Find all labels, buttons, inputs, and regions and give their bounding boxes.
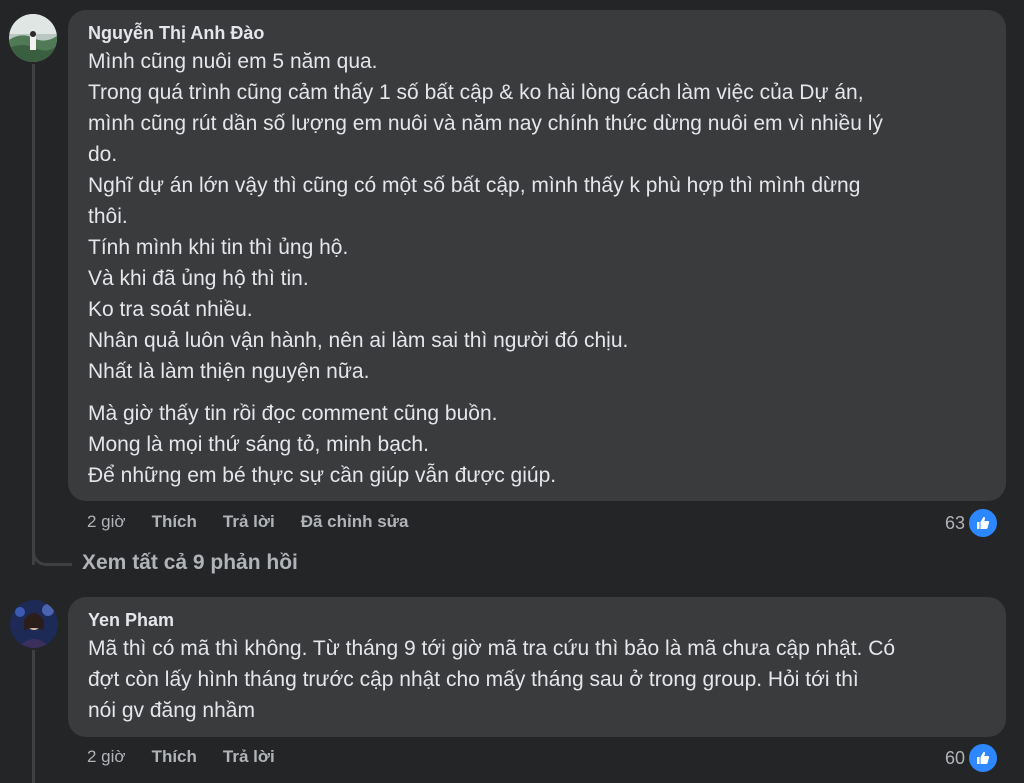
comment-text-line: Mà giờ thấy tin rồi đọc comment cũng buồ… <box>88 402 498 425</box>
comment-text-line: Mong là mọi thứ sáng tỏ, minh bạch. <box>88 433 429 456</box>
reaction-count: 63 <box>945 512 966 533</box>
comment-author[interactable]: Nguyễn Thị Anh Đào <box>88 20 986 46</box>
like-button[interactable]: Thích <box>152 512 197 532</box>
view-all-replies-link[interactable]: Xem tất cả 9 phản hồi <box>82 551 298 575</box>
comment-text-line: Ko tra soát nhiều. <box>88 298 253 321</box>
edited-label: Đã chỉnh sửa <box>300 512 409 531</box>
comment-text-line: đợt còn lấy hình tháng trước cập nhật ch… <box>88 668 859 691</box>
comment-text-line: Mình cũng nuôi em 5 năm qua. <box>88 50 378 73</box>
comment-time[interactable]: 2 giờ <box>87 747 126 767</box>
like-icon <box>967 742 1000 774</box>
comment-author[interactable]: Yen Pham <box>88 607 986 633</box>
comment-text-line: Trong quá trình cũng cảm thấy 1 số bất c… <box>88 81 864 104</box>
thread-connector-curve <box>32 535 72 566</box>
reply-button[interactable]: Trả lời <box>223 512 275 532</box>
comment-bubble: Yen Pham Mã thì có mã thì không. Từ thán… <box>68 597 1006 737</box>
comment-text-line: Nhất là làm thiện nguyện nữa. <box>88 360 370 383</box>
avatar[interactable] <box>10 600 58 648</box>
reaction-count: 60 <box>945 747 966 768</box>
comment-text-line: mình cũng rút dần số lượng em nuôi và nă… <box>88 112 883 135</box>
thread-connector-line <box>32 64 35 565</box>
comment-time[interactable]: 2 giờ <box>87 512 126 532</box>
comment-text-line: thôi. <box>88 205 128 228</box>
comment-bubble: Nguyễn Thị Anh Đào Mình cũng nuôi em 5 n… <box>68 10 1006 501</box>
comment-text-line: Tính mình khi tin thì ủng hộ. <box>88 236 349 259</box>
comment-text-line: nói gv đăng nhầm <box>88 699 255 722</box>
comment-thread: Nguyễn Thị Anh Đào Mình cũng nuôi em 5 n… <box>0 0 1024 783</box>
comment-actions: 2 giờ Thích Trả lời <box>87 747 301 767</box>
avatar[interactable] <box>9 14 57 62</box>
reaction-summary[interactable]: 63 <box>945 507 1000 539</box>
comment-text-line: Để những em bé thực sự cần giúp vẫn được… <box>88 464 557 487</box>
reaction-summary[interactable]: 60 <box>945 742 1000 774</box>
reply-button[interactable]: Trả lời <box>223 747 275 767</box>
comment-text-line: Nghĩ dự án lớn vậy thì cũng có một số bấ… <box>88 174 861 197</box>
like-icon <box>967 507 1000 539</box>
comment-actions: 2 giờ Thích Trả lời Đã chỉnh sửa <box>87 512 434 532</box>
comment-text-line: Mã thì có mã thì không. Từ tháng 9 tới g… <box>88 637 896 660</box>
like-button[interactable]: Thích <box>152 747 197 767</box>
comment-text-line: Nhân quả luôn vận hành, nên ai làm sai t… <box>88 329 629 352</box>
comment-text-line: Và khi đã ủng hộ thì tin. <box>88 267 309 290</box>
comment-text-line: do. <box>88 143 118 166</box>
thread-connector-line-2 <box>32 650 35 783</box>
